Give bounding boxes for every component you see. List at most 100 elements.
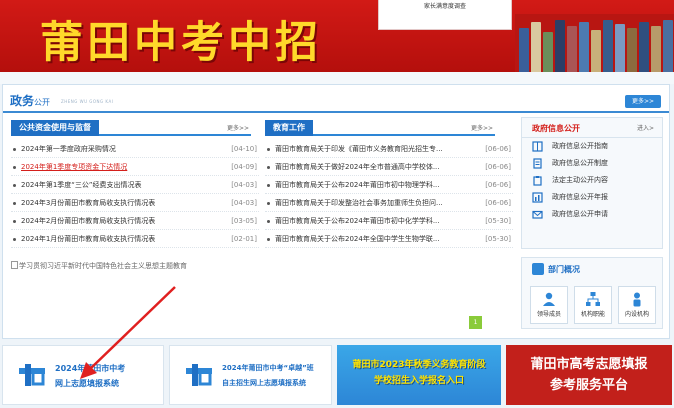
education-work-tab[interactable]: 教育工作 [265,120,313,136]
promo-3-line1: 莆田市2023年秋季义务教育阶段 [352,360,486,370]
news-date: [04-03] [231,181,257,189]
news-date: [05-30] [485,217,511,225]
mail-icon [532,210,543,219]
header-banner: 莆田中考中招 家长满意度调查 [0,0,674,72]
news-date: [02-01] [231,235,257,243]
gaokao-application-platform-banner[interactable]: 莆田市高考志愿填报 参考服务平台 [506,345,672,405]
gov-info-list: 政府信息公开指南政府信息公开制度 法定主动公开内容 政府信息公开年报政府信息公开申请 [522,138,662,223]
dept-overview-title: 部门概况 [548,265,580,274]
news-list-item[interactable]: 莆田市教育局关于公布2024年全国中学生生物学联... [05-30] [265,230,513,248]
gov-info-item[interactable]: 政府信息公开指南 [522,138,662,155]
person-icon [633,292,641,307]
education-work-header: 教育工作 更多>> [265,120,495,136]
parent-survey-link[interactable]: 家长满意度调查 [378,0,512,30]
news-list-item[interactable]: 2024年3月份莆田市教育局收支执行情况表 [04-03] [11,194,259,212]
news-list-item[interactable]: 莆田市教育局关于公布2024年莆田市初中物理学科... [06-06] [265,176,513,194]
gov-info-item-label: 政府信息公开申请 [552,210,608,218]
dept-button[interactable]: 内设机构 [618,286,656,324]
org-chart-icon [586,292,600,306]
education-work-more-link[interactable]: 更多>> [471,123,493,132]
news-list-item[interactable]: 莆田市教育局关于印发《莆田市义务教育阳光招生专... [06-06] [265,140,513,158]
affairs-title-main: 政务 [10,94,35,108]
promo-3-line2: 学校招生入学报名入口 [373,376,464,386]
dept-button[interactable]: 机构职能 [574,286,612,324]
document-icon [533,158,542,169]
promo-2-text: 2024年莆田市中考“卓越”班 自主招生网上志愿填报系统 [222,361,314,391]
zhongkao-application-system-banner[interactable]: 2024年莆田市中考 网上志愿填报系统 [2,345,164,405]
gov-info-item[interactable]: 政府信息公开申请 [522,206,662,223]
news-title[interactable]: 2024年第1季度“三公”经费支出情况表 [21,176,226,194]
news-list-item[interactable]: 2024年2月份莆田市教育局收支执行情况表 [03-05] [11,212,259,230]
news-date: [03-05] [231,217,257,225]
news-title[interactable]: 莆田市教育局关于做好2024年全市普通高中学校体... [275,158,480,176]
gov-info-item-label: 政府信息公开指南 [552,142,608,150]
report-icon [532,192,543,203]
public-funds-list: 2024年第一季度政府采购情况 [04-10] 2024年第1季度专项资金下达情况 [… [11,140,259,248]
gov-info-item[interactable]: 法定主动公开内容 [522,172,662,189]
affairs-title-sub: 公开 [34,98,51,107]
theme-education-image-link[interactable]: 学习贯彻习近平新时代中国特色社会主义思想主题教育 [11,261,187,271]
news-list-item[interactable]: 莆田市教育局关于印发整治社会事务加重师生负担问... [06-06] [265,194,513,212]
news-title[interactable]: 2024年2月份莆田市教育局收支执行情况表 [21,212,226,230]
gov-info-title: 政府信息公开 [532,124,580,133]
news-list-item[interactable]: 2024年1月份莆田市教育局收支执行情况表 [02-01] [11,230,259,248]
book-icon [532,141,543,152]
broken-image-icon [11,261,18,269]
theme-education-alt-text: 学习贯彻习近平新时代中国特色社会主义思想主题教育 [19,262,187,270]
bookshelf-illustration [515,14,674,72]
divider [0,72,674,84]
dept-button-label: 领导成员 [536,311,561,318]
gov-info-header: 政府信息公开 进入> [522,118,662,138]
news-title[interactable]: 2024年第1季度专项资金下达情况 [21,158,226,176]
news-title[interactable]: 莆田市教育局关于公布2024年莆田市初中化学学科... [275,212,480,230]
gov-info-item[interactable]: 政府信息公开年报 [522,189,662,206]
gov-info-panel: 政府信息公开 进入> 政府信息公开指南 政府信息公开制度 法定主动公开内容 政府信息公… [521,117,663,249]
affairs-subtitle-en: ZHENG WU GONG KAI [61,99,114,104]
promo-4-text: 莆田市高考志愿填报 参考服务平台 [506,354,672,396]
gov-info-item[interactable]: 政府信息公开制度 [522,155,662,172]
news-title[interactable]: 莆田市教育局关于印发《莆田市义务教育阳光招生专... [275,140,480,158]
gov-info-enter-link[interactable]: 进入> [637,123,654,132]
leader-icon [543,292,555,306]
promo-1-line2: 网上志愿填报系统 [55,379,119,388]
news-title[interactable]: 莆田市教育局关于公布2024年全国中学生生物学联... [275,230,480,248]
news-title[interactable]: 2024年1月份莆田市教育局收支执行情况表 [21,230,226,248]
zhuoyue-class-application-banner[interactable]: 2024年莆田市中考“卓越”班 自主招生网上志愿填报系统 [169,345,332,405]
news-list-item[interactable]: 2024年第一季度政府采购情况 [04-10] [11,140,259,158]
government-affairs-panel: 政务公开 ZHENG WU GONG KAI 更多>> 公共资金使用与监督 更多… [2,84,670,339]
dept-button-label: 内设机构 [624,311,649,318]
dept-button[interactable]: 领导成员 [530,286,568,324]
grid-icon [532,263,544,275]
news-date: [06-06] [485,199,511,207]
news-list-item[interactable]: 2024年第1季度专项资金下达情况 [04-09] [11,158,259,176]
promo-1-text: 2024年莆田市中考 网上志愿填报系统 [55,361,125,391]
news-title[interactable]: 莆田市教育局关于公布2024年莆田市初中物理学科... [275,176,480,194]
site-title: 莆田中考中招 [40,18,322,68]
public-funds-more-link[interactable]: 更多>> [227,123,249,132]
green-badge[interactable]: 1 [469,316,482,329]
news-list-item[interactable]: 莆田市教育局关于做好2024年全市普通高中学校体... [06-06] [265,158,513,176]
exam-system-logo-icon [19,364,45,386]
news-title[interactable]: 2024年3月份莆田市教育局收支执行情况表 [21,194,226,212]
promo-4-line1: 莆田市高考志愿填报 [530,357,648,372]
news-list-item[interactable]: 莆田市教育局关于公布2024年莆田市初中化学学科... [05-30] [265,212,513,230]
promo-2-line1: 2024年莆田市中考“卓越”班 [222,364,314,372]
dept-overview-panel: 部门概况 领导成员 机构职能 内设机构 [521,257,663,329]
promo-3-text: 莆田市2023年秋季义务教育阶段 学校招生入学报名入口 [337,357,501,389]
promo-1-line1: 2024年莆田市中考 [55,364,126,373]
public-funds-tab[interactable]: 公共资金使用与监督 [11,120,99,136]
promo-2-line2: 自主招生网上志愿填报系统 [222,379,306,387]
affairs-more-button[interactable]: 更多>> [625,95,661,108]
affairs-title: 政务公开 [10,92,50,109]
affairs-header: 政务公开 ZHENG WU GONG KAI 更多>> [3,85,669,113]
compulsory-education-enrollment-banner[interactable]: 莆田市2023年秋季义务教育阶段 学校招生入学报名入口 [337,345,501,405]
education-work-list: 莆田市教育局关于印发《莆田市义务教育阳光招生专... [06-06] 莆田市教育局关… [265,140,513,248]
news-date: [06-06] [485,181,511,189]
news-date: [04-09] [231,163,257,171]
news-date: [04-10] [231,145,257,153]
public-funds-header: 公共资金使用与监督 更多>> [11,120,251,136]
news-list-item[interactable]: 2024年第1季度“三公”经费支出情况表 [04-03] [11,176,259,194]
news-date: [04-03] [231,199,257,207]
news-title[interactable]: 2024年第一季度政府采购情况 [21,140,226,158]
news-title[interactable]: 莆田市教育局关于印发整治社会事务加重师生负担问... [275,194,480,212]
